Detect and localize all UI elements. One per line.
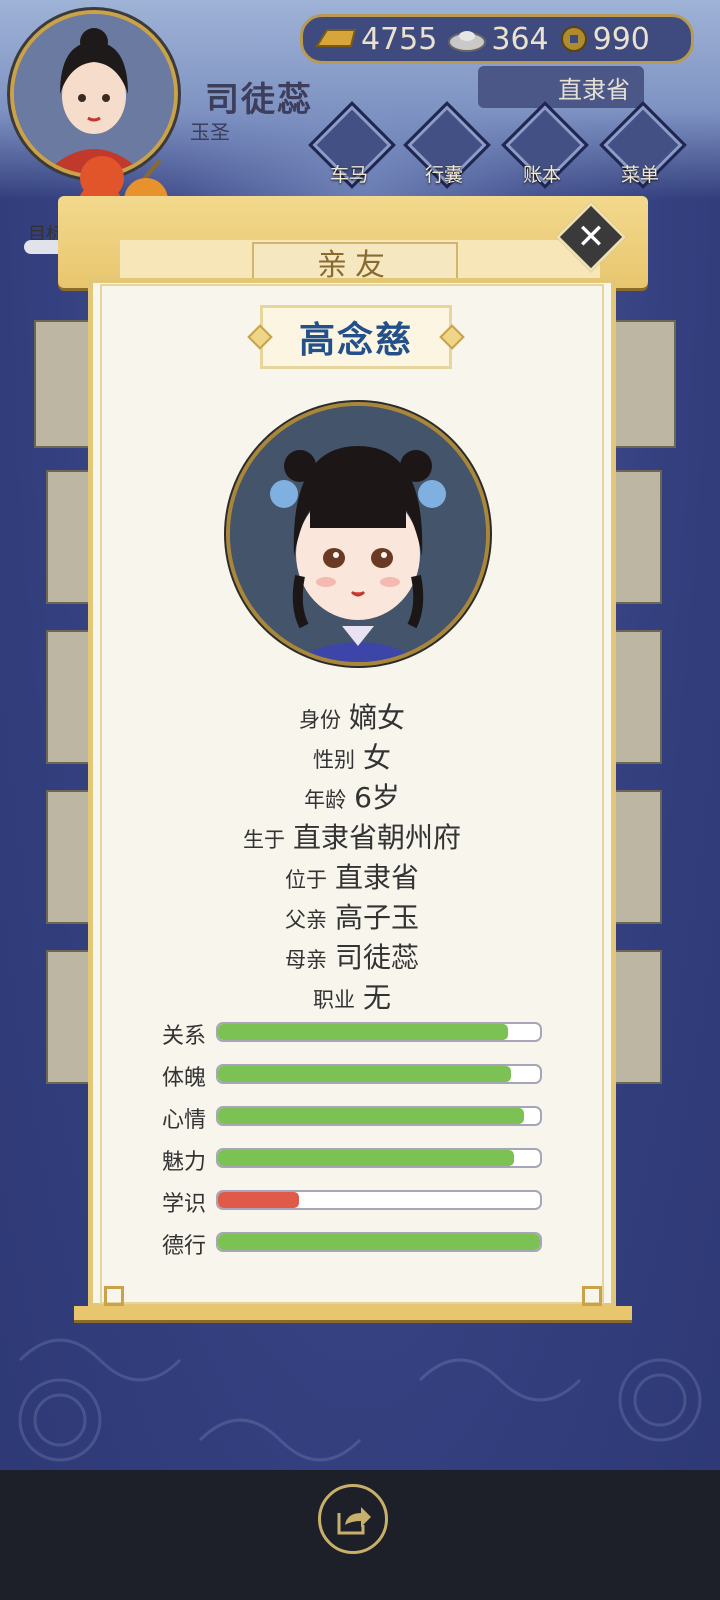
corner-ornament bbox=[104, 1286, 124, 1306]
nav-ledger-button[interactable]: 账本 bbox=[501, 101, 589, 189]
nav-label: 菜单 bbox=[620, 164, 659, 186]
nav-label: 账本 bbox=[522, 164, 561, 186]
person-portrait bbox=[226, 402, 490, 666]
info-row-gender: 性别女 bbox=[100, 736, 604, 776]
nav-bag-button[interactable]: 行囊 bbox=[403, 101, 491, 189]
stat-charm: 魅力 bbox=[162, 1148, 546, 1175]
stat-track bbox=[216, 1190, 542, 1210]
stat-physique: 体魄 bbox=[162, 1064, 546, 1091]
person-name-plaque: 高念慈 bbox=[260, 305, 452, 369]
info-key: 父亲 bbox=[284, 908, 327, 932]
info-value: 直隶省 bbox=[334, 861, 419, 894]
stat-relationship: 关系 bbox=[162, 1022, 546, 1049]
stat-track bbox=[216, 1064, 542, 1084]
stat-knowledge: 学识 bbox=[162, 1190, 546, 1217]
stat-track bbox=[216, 1232, 542, 1252]
silver-currency: 364 bbox=[447, 21, 549, 57]
silver-ingot-icon bbox=[448, 31, 487, 52]
stat-label: 体魄 bbox=[162, 1066, 207, 1091]
coin-currency: 990 bbox=[559, 22, 650, 57]
list-tile bbox=[612, 320, 676, 448]
info-key: 生于 bbox=[242, 828, 285, 852]
info-value: 直隶省朝州府 bbox=[292, 821, 461, 854]
stat-fill bbox=[218, 1066, 512, 1082]
stat-label: 魅力 bbox=[162, 1150, 207, 1175]
info-key: 年龄 bbox=[304, 788, 347, 812]
info-row-identity: 身份 嫡女 bbox=[100, 696, 604, 736]
stat-label: 心情 bbox=[162, 1108, 207, 1133]
share-button[interactable] bbox=[318, 1484, 388, 1554]
coin-icon bbox=[560, 26, 587, 52]
player-name: 司徒蕊 bbox=[205, 80, 313, 120]
nav-label: 行囊 bbox=[424, 164, 463, 186]
nav-carriage-button[interactable]: 车马 bbox=[308, 101, 396, 189]
girl-portrait-icon bbox=[230, 406, 486, 662]
list-tile bbox=[612, 470, 662, 604]
person-name: 高念慈 bbox=[298, 320, 413, 361]
info-value: 女 bbox=[362, 741, 391, 774]
stat-fill bbox=[218, 1234, 540, 1250]
modal-bottom-rod bbox=[74, 1306, 632, 1320]
nav-label: 车马 bbox=[329, 164, 368, 186]
info-row-father: 父亲 高子玉 bbox=[100, 896, 604, 936]
info-key: 身份 bbox=[298, 708, 341, 732]
list-tile bbox=[612, 950, 662, 1084]
stat-track bbox=[216, 1022, 542, 1042]
stat-virtue: 德行 bbox=[162, 1232, 546, 1259]
gold-amount: 4755 bbox=[361, 21, 438, 57]
info-key: 母亲 bbox=[284, 948, 327, 972]
info-row-mother: 母亲 司徒蕊 bbox=[100, 936, 604, 976]
location-button[interactable]: 直隶省 bbox=[478, 66, 644, 108]
info-row-age: 年龄 6岁 bbox=[100, 776, 604, 816]
info-key: 职业 bbox=[312, 988, 355, 1012]
coin-amount: 990 bbox=[592, 21, 650, 57]
modal-tab-title: 亲友 bbox=[252, 242, 458, 283]
list-tile bbox=[612, 790, 662, 924]
stat-fill bbox=[218, 1192, 299, 1208]
stat-track bbox=[216, 1106, 542, 1126]
currency-bar: 4755 364 990 bbox=[300, 14, 694, 64]
close-icon: ✕ bbox=[576, 217, 606, 257]
player-title: 玉圣 bbox=[190, 120, 230, 144]
gold-currency: 4755 bbox=[313, 22, 437, 57]
info-key: 位于 bbox=[284, 868, 327, 892]
nav-menu-button[interactable]: 菜单 bbox=[599, 101, 687, 189]
stat-track bbox=[216, 1148, 542, 1168]
list-tile bbox=[612, 630, 662, 764]
info-row-location: 位于 直隶省 bbox=[100, 856, 604, 896]
stat-label: 德行 bbox=[162, 1234, 207, 1259]
stat-mood: 心情 bbox=[162, 1106, 546, 1133]
location-label: 直隶省 bbox=[558, 75, 630, 104]
info-value: 无 bbox=[362, 981, 391, 1014]
stat-fill bbox=[218, 1150, 515, 1166]
info-value: 嫡女 bbox=[348, 701, 405, 734]
share-icon bbox=[337, 1507, 371, 1535]
stat-fill bbox=[218, 1108, 524, 1124]
info-row-occupation: 职业无 bbox=[100, 976, 604, 1016]
info-key: 性别 bbox=[312, 748, 355, 772]
stat-label: 关系 bbox=[162, 1024, 207, 1049]
silver-amount: 364 bbox=[491, 21, 549, 57]
info-row-birthplace: 生于 直隶省朝州府 bbox=[100, 816, 604, 856]
info-value: 司徒蕊 bbox=[334, 941, 419, 974]
gold-ingot-icon bbox=[315, 29, 357, 47]
info-value: 6岁 bbox=[354, 781, 400, 814]
corner-ornament bbox=[582, 1286, 602, 1306]
stat-label: 学识 bbox=[162, 1192, 207, 1217]
info-value: 高子玉 bbox=[334, 901, 419, 934]
stat-fill bbox=[218, 1024, 508, 1040]
